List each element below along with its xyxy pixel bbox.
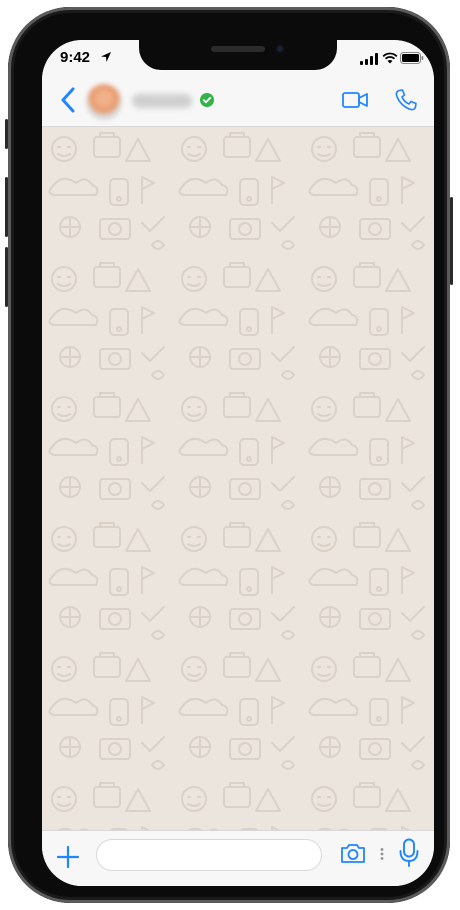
status-bar: 9:42 xyxy=(42,40,434,78)
video-camera-icon[interactable] xyxy=(342,91,368,109)
location-arrow-icon xyxy=(101,52,111,62)
composer-bar xyxy=(42,830,434,886)
plus-icon[interactable] xyxy=(56,845,80,869)
notch xyxy=(139,40,337,70)
volume-down-button xyxy=(5,247,8,307)
chat-header xyxy=(42,78,434,127)
battery-icon xyxy=(400,52,424,64)
more-dots-icon[interactable] xyxy=(380,847,384,861)
status-time: 9:42 xyxy=(60,49,91,66)
volume-up-button xyxy=(5,177,8,237)
cellular-signal-icon xyxy=(360,53,378,65)
contact-avatar[interactable] xyxy=(86,84,122,120)
screen: 9:42 xyxy=(42,40,434,886)
chat-background xyxy=(42,127,434,831)
phone-icon[interactable] xyxy=(394,88,418,112)
speaker-grille xyxy=(211,46,265,52)
microphone-icon[interactable] xyxy=(399,838,419,868)
message-input[interactable] xyxy=(96,839,322,871)
doodle-pattern xyxy=(42,127,434,831)
contact-name[interactable] xyxy=(132,94,192,108)
wifi-icon xyxy=(382,52,398,64)
chevron-left-icon[interactable] xyxy=(60,87,76,113)
mute-switch xyxy=(5,119,8,149)
phone-frame: 9:42 xyxy=(5,7,453,903)
power-button xyxy=(450,197,453,285)
front-camera xyxy=(275,44,285,54)
camera-icon[interactable] xyxy=(340,841,366,865)
verified-badge-icon xyxy=(200,93,214,107)
